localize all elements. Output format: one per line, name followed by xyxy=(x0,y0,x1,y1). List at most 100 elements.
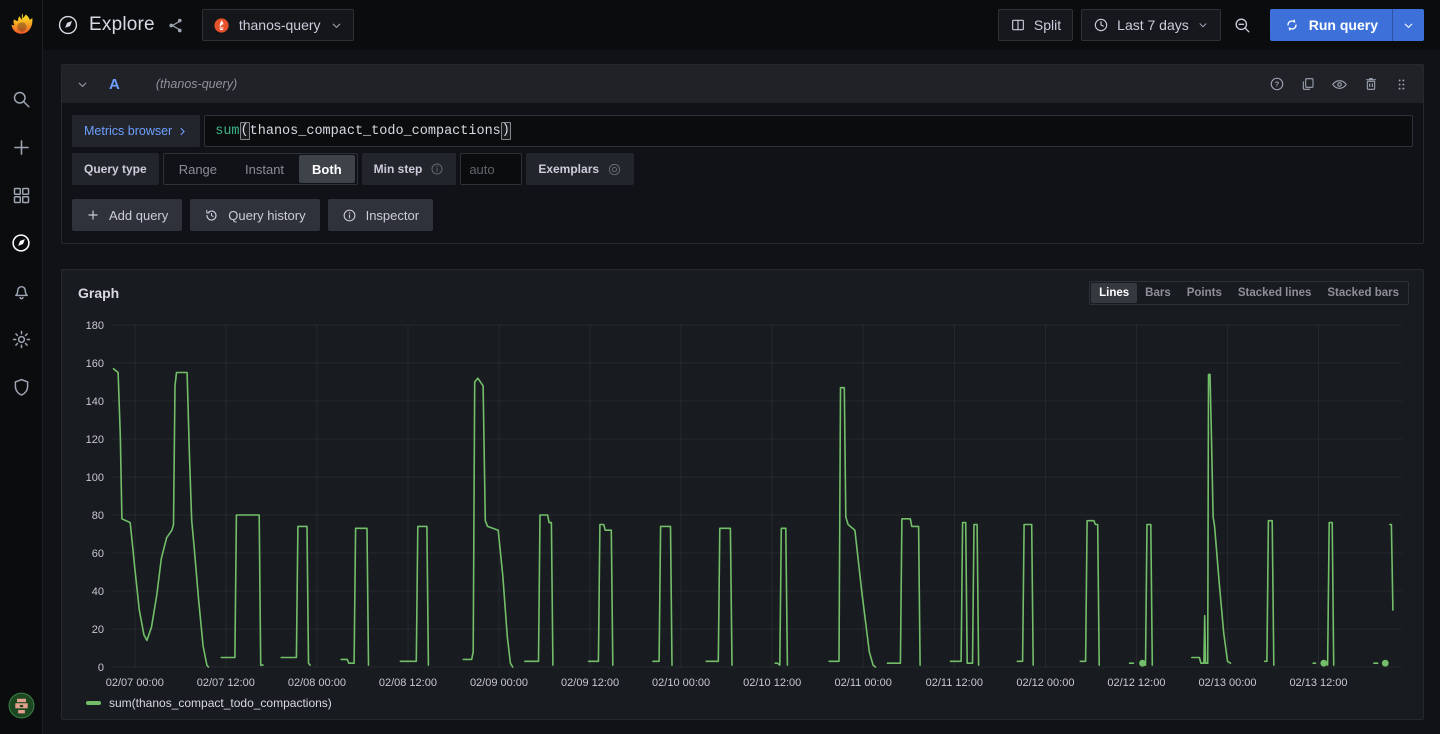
explore-content: A (thanos-query) ? Metrics browser xyxy=(43,50,1440,720)
bell-icon xyxy=(11,281,32,302)
query-editor-body: Metrics browser sum(thanos_compact_todo_… xyxy=(62,103,1423,243)
inspector-button[interactable]: Inspector xyxy=(328,199,433,231)
trash-icon xyxy=(1363,76,1379,92)
svg-text:120: 120 xyxy=(86,434,104,446)
info-circle-icon xyxy=(430,162,444,176)
shield-icon xyxy=(11,377,32,398)
refresh-icon xyxy=(1284,17,1300,33)
sidebar xyxy=(0,0,43,734)
min-step-label: Min step xyxy=(374,162,423,176)
graph-legend: sum(thanos_compact_todo_compactions) xyxy=(62,693,1423,719)
query-paren-close: ) xyxy=(501,122,511,140)
time-range-label: Last 7 days xyxy=(1117,17,1189,33)
gear-icon xyxy=(11,329,32,350)
split-button[interactable]: Split xyxy=(998,9,1073,41)
explore-compass-icon xyxy=(57,14,79,36)
nav-toolbar: Split Last 7 days Run query xyxy=(998,9,1424,41)
sidebar-item-configuration[interactable] xyxy=(4,322,38,356)
svg-text:02/13 00:00: 02/13 00:00 xyxy=(1198,677,1256,689)
svg-text:0: 0 xyxy=(98,662,104,674)
sidebar-nav xyxy=(4,82,38,404)
query-row-header[interactable]: A (thanos-query) ? xyxy=(62,65,1423,103)
option-lines[interactable]: Lines xyxy=(1091,283,1137,303)
drag-handle-icon xyxy=(1394,77,1409,92)
run-query-button[interactable]: Run query xyxy=(1270,9,1424,41)
exemplars-chip: Exemplars xyxy=(526,153,634,185)
option-bars[interactable]: Bars xyxy=(1137,283,1179,303)
sidebar-item-explore[interactable] xyxy=(4,226,38,260)
svg-text:02/10 00:00: 02/10 00:00 xyxy=(652,677,710,689)
eye-icon xyxy=(1331,76,1348,93)
add-query-button[interactable]: Add query xyxy=(72,199,182,231)
legend-swatch xyxy=(86,701,101,705)
min-step-input[interactable] xyxy=(460,153,522,185)
graph-canvas[interactable]: 02040608010012014016018002/07 00:0002/07… xyxy=(78,311,1410,693)
option-both[interactable]: Both xyxy=(299,155,355,183)
query-type-label: Query type xyxy=(84,162,147,176)
sidebar-item-search[interactable] xyxy=(4,82,38,116)
option-stacked-bars[interactable]: Stacked bars xyxy=(1319,283,1407,303)
svg-text:60: 60 xyxy=(92,548,104,560)
query-datasource-hint: (thanos-query) xyxy=(156,77,237,91)
legend-series-label[interactable]: sum(thanos_compact_todo_compactions) xyxy=(109,696,332,710)
sidebar-item-server-admin[interactable] xyxy=(4,370,38,404)
run-query-dropdown[interactable] xyxy=(1392,9,1424,41)
disable-query-button[interactable] xyxy=(1331,76,1348,93)
time-range-picker[interactable]: Last 7 days xyxy=(1081,9,1221,41)
svg-text:180: 180 xyxy=(86,320,104,332)
sidebar-item-dashboards[interactable] xyxy=(4,178,38,212)
graph-panel: Graph LinesBarsPointsStacked linesStacke… xyxy=(61,269,1424,720)
query-type-chip: Query type xyxy=(72,153,159,185)
main-area: Explore thanos-query Split Last 7 days R xyxy=(43,0,1440,734)
dashboards-icon xyxy=(11,185,32,206)
sidebar-item-alerting[interactable] xyxy=(4,274,38,308)
plus-icon xyxy=(11,137,32,158)
exemplars-toggle[interactable] xyxy=(607,162,622,177)
grafana-logo[interactable] xyxy=(0,0,42,50)
search-icon xyxy=(11,89,32,110)
copy-icon xyxy=(1300,76,1316,92)
run-query-label: Run query xyxy=(1309,17,1378,33)
svg-text:?: ? xyxy=(1275,80,1280,89)
page-title: Explore xyxy=(89,14,155,36)
collapse-chevron-icon[interactable] xyxy=(76,78,89,91)
user-avatar[interactable] xyxy=(4,688,38,722)
query-body: thanos_compact_todo_compactions xyxy=(250,124,501,139)
compass-icon xyxy=(10,232,32,254)
zoom-out-icon xyxy=(1233,16,1252,35)
datasource-name: thanos-query xyxy=(239,17,321,33)
option-points[interactable]: Points xyxy=(1179,283,1230,303)
history-icon xyxy=(204,208,219,223)
help-icon: ? xyxy=(1269,76,1285,92)
query-type-radio-group: RangeInstantBoth xyxy=(163,153,358,185)
sidebar-item-create[interactable] xyxy=(4,130,38,164)
remove-query-button[interactable] xyxy=(1363,76,1379,92)
query-keyword: sum xyxy=(215,124,239,139)
plus-icon xyxy=(86,208,100,222)
drag-handle[interactable] xyxy=(1394,77,1409,92)
option-instant[interactable]: Instant xyxy=(232,155,297,183)
zoom-out-button[interactable] xyxy=(1229,16,1256,35)
datasource-picker[interactable]: thanos-query xyxy=(202,9,354,41)
svg-text:02/08 00:00: 02/08 00:00 xyxy=(288,677,346,689)
metrics-browser-button[interactable]: Metrics browser xyxy=(72,115,200,147)
svg-text:80: 80 xyxy=(92,510,104,522)
graph-panel-header: Graph LinesBarsPointsStacked linesStacke… xyxy=(62,270,1423,305)
option-range[interactable]: Range xyxy=(166,155,230,183)
run-query-main[interactable]: Run query xyxy=(1270,9,1392,41)
help-button[interactable]: ? xyxy=(1269,76,1285,92)
svg-text:02/11 12:00: 02/11 12:00 xyxy=(926,677,983,689)
svg-text:40: 40 xyxy=(92,586,104,598)
duplicate-query-button[interactable] xyxy=(1300,76,1316,92)
query-history-button[interactable]: Query history xyxy=(190,199,319,231)
share-button[interactable] xyxy=(167,17,184,34)
query-expression-input[interactable]: sum(thanos_compact_todo_compactions) xyxy=(204,115,1413,147)
chevron-down-icon xyxy=(1197,19,1209,31)
svg-text:02/12 00:00: 02/12 00:00 xyxy=(1016,677,1074,689)
metrics-browser-label: Metrics browser xyxy=(84,124,172,138)
option-stacked-lines[interactable]: Stacked lines xyxy=(1230,283,1320,303)
grafana-logo-icon xyxy=(8,12,35,39)
share-icon xyxy=(167,17,184,34)
graph-title: Graph xyxy=(78,285,119,301)
query-editor-section: A (thanos-query) ? Metrics browser xyxy=(61,64,1424,244)
